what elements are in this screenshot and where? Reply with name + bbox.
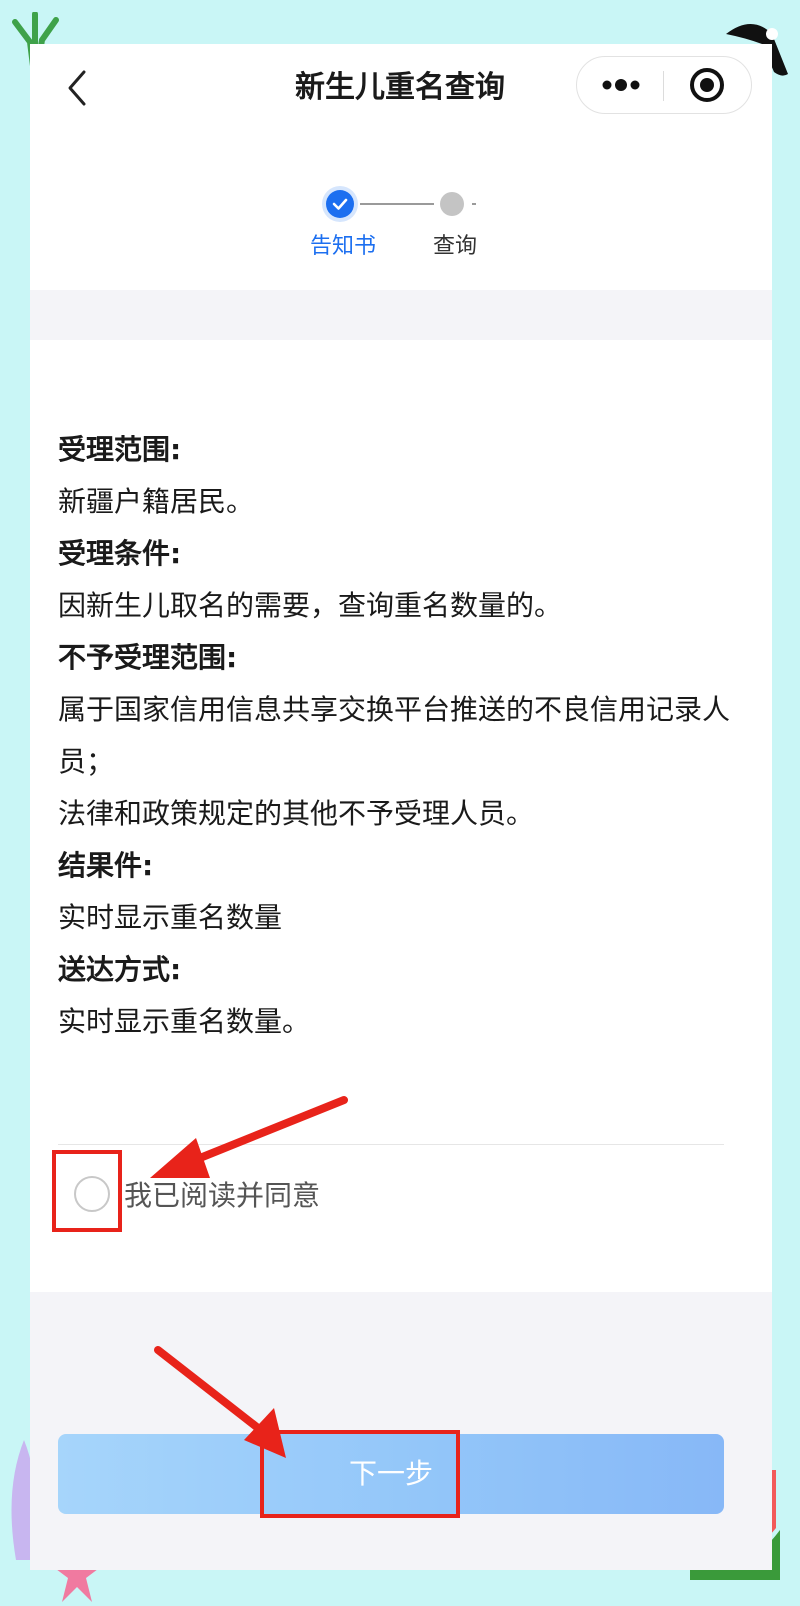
- highlight-box-next: [260, 1430, 460, 1518]
- step-connector-tail: [472, 203, 476, 205]
- page-title: 新生儿重名查询: [295, 70, 505, 105]
- agree-label: 我已阅读并同意: [124, 1179, 321, 1212]
- notice-text: 实时显示重名数量。: [58, 1005, 311, 1038]
- notice-heading: 结果件:: [58, 849, 154, 882]
- notice-text: 属于国家信用信息共享交换平台推送的不良信用记录人员；: [58, 693, 731, 778]
- section-separator: [30, 290, 772, 340]
- step-label-notice: 告知书: [309, 234, 376, 259]
- notice-content: 受理范围: 新疆户籍居民。 受理条件: 因新生儿取名的需要，查询重名数量的。 不…: [58, 424, 738, 1048]
- capsule-divider: [663, 71, 664, 101]
- notice-text: 新疆户籍居民。: [58, 485, 255, 518]
- back-button[interactable]: [58, 66, 94, 110]
- step-connector: [360, 203, 434, 205]
- agree-checkbox-row[interactable]: 我已阅读并同意: [70, 1168, 470, 1220]
- notice-heading: 送达方式:: [58, 953, 182, 986]
- mini-program-page: 新生儿重名查询 告知书 查询 受理范围: 新疆户籍居民。 受理条件: 因新生儿取…: [30, 44, 772, 1570]
- notice-text: 法律和政策规定的其他不予受理人员。: [58, 797, 535, 830]
- progress-steps: 告知书 查询: [30, 132, 772, 290]
- agree-divider: [58, 1144, 724, 1145]
- highlight-box-agree: [52, 1150, 122, 1232]
- step-label-query: 查询: [432, 234, 477, 259]
- notice-text: 因新生儿取名的需要，查询重名数量的。: [58, 589, 563, 622]
- capsule-menu: [576, 56, 752, 114]
- target-close-icon: [690, 68, 724, 102]
- chevron-left-icon: [68, 70, 86, 106]
- step-done-indicator: [326, 190, 354, 218]
- more-dots-icon: [602, 79, 640, 91]
- check-icon: [332, 198, 348, 210]
- close-button[interactable]: [677, 57, 751, 113]
- notice-heading: 受理条件:: [58, 537, 182, 570]
- notice-text: 实时显示重名数量: [58, 901, 283, 934]
- step-pending-indicator: [440, 192, 464, 216]
- navigation-bar: 新生儿重名查询: [30, 44, 772, 132]
- notice-heading: 受理范围:: [58, 433, 182, 466]
- notice-heading: 不予受理范围:: [58, 641, 238, 674]
- more-button[interactable]: [577, 57, 663, 113]
